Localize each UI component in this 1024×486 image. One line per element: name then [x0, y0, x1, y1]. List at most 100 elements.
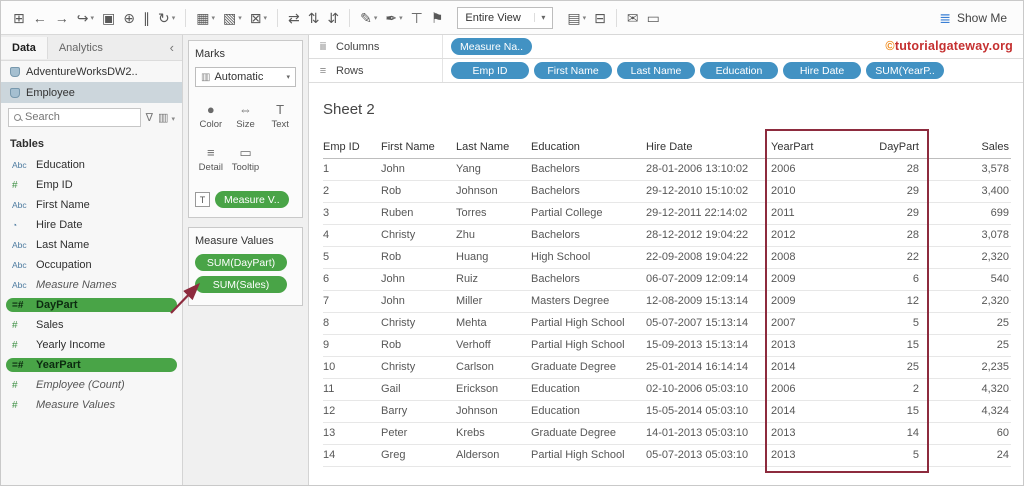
table-cell[interactable]: Education — [531, 379, 646, 401]
table-cell[interactable]: 9 — [323, 335, 381, 357]
view-options-icon[interactable]: ▥ ▾ — [158, 111, 175, 124]
table-cell[interactable]: 25 — [921, 313, 1011, 335]
field-employee-count[interactable]: # Employee (Count) — [1, 375, 182, 395]
table-cell[interactable]: 29 — [859, 203, 921, 225]
table-cell[interactable]: Krebs — [456, 423, 531, 445]
table-cell[interactable]: Rob — [381, 335, 456, 357]
table-cell[interactable]: Christy — [381, 357, 456, 379]
table-cell[interactable]: 2007 — [771, 313, 859, 335]
table-cell[interactable]: 15 — [859, 401, 921, 423]
table-cell[interactable]: Peter — [381, 423, 456, 445]
show-mark-labels-icon[interactable]: ▤ ▾ — [563, 8, 590, 28]
table-cell[interactable]: 1 — [323, 159, 381, 181]
table-cell[interactable]: 15-09-2013 15:13:14 — [646, 335, 771, 357]
table-cell[interactable]: 2 — [323, 181, 381, 203]
column-header-first-name[interactable]: First Name — [381, 135, 456, 159]
table-cell[interactable]: 12-08-2009 15:13:14 — [646, 291, 771, 313]
table-cell[interactable]: Alderson — [456, 445, 531, 467]
duplicate-sheet-icon[interactable]: ▧ ▾ — [219, 8, 246, 28]
table-cell[interactable]: 29-12-2010 15:10:02 — [646, 181, 771, 203]
field-measure-values[interactable]: # Measure Values — [1, 395, 182, 415]
table-cell[interactable]: 2013 — [771, 335, 859, 357]
table-cell[interactable]: 5 — [323, 247, 381, 269]
table-cell[interactable]: 3,078 — [921, 225, 1011, 247]
tooltip-bubble-icon[interactable]: ▭ — [643, 8, 664, 28]
table-cell[interactable]: 12 — [323, 401, 381, 423]
table-cell[interactable]: 3,400 — [921, 181, 1011, 203]
highlight-icon[interactable]: ✎ ▾ — [356, 8, 381, 28]
undo-icon[interactable]: ← — [29, 8, 51, 28]
table-cell[interactable]: Graduate Degree — [531, 423, 646, 445]
table-cell[interactable]: John — [381, 291, 456, 313]
share-icon[interactable]: ✉ — [623, 8, 643, 28]
table-cell[interactable]: 22 — [859, 247, 921, 269]
table-cell[interactable]: 8 — [323, 313, 381, 335]
table-cell[interactable]: Verhoff — [456, 335, 531, 357]
table-cell[interactable]: Education — [531, 401, 646, 423]
rows-shelf[interactable]: ≡ Rows Emp ID First Name Last Name Educatio… — [309, 59, 1023, 83]
table-cell[interactable]: John — [381, 159, 456, 181]
collapse-pane-icon[interactable]: ‹ — [162, 40, 182, 55]
field-yearly-income[interactable]: # Yearly Income — [1, 335, 182, 355]
table-cell[interactable]: 13 — [323, 423, 381, 445]
column-header-hire-date[interactable]: Hire Date — [646, 135, 771, 159]
table-cell[interactable]: 25 — [859, 357, 921, 379]
table-cell[interactable]: 699 — [921, 203, 1011, 225]
swap-rows-columns-icon[interactable]: ⇄ — [284, 8, 304, 28]
table-cell[interactable]: 10 — [323, 357, 381, 379]
table-cell[interactable]: Huang — [456, 247, 531, 269]
field-emp-id[interactable]: # Emp ID — [1, 175, 182, 195]
table-cell[interactable]: Zhu — [456, 225, 531, 247]
table-cell[interactable]: Partial High School — [531, 335, 646, 357]
table-cell[interactable]: Graduate Degree — [531, 357, 646, 379]
table-cell[interactable]: Carlson — [456, 357, 531, 379]
table-cell[interactable]: Bachelors — [531, 181, 646, 203]
text-label-icon[interactable]: ⊤ — [407, 8, 427, 28]
table-cell[interactable]: Mehta — [456, 313, 531, 335]
table-cell[interactable]: 5 — [859, 313, 921, 335]
table-cell[interactable]: 2010 — [771, 181, 859, 203]
table-cell[interactable]: Bachelors — [531, 159, 646, 181]
table-cell[interactable]: Johnson — [456, 401, 531, 423]
table-cell[interactable]: Partial High School — [531, 445, 646, 467]
table-cell[interactable]: 14 — [859, 423, 921, 445]
tab-analytics[interactable]: Analytics — [48, 37, 114, 59]
table-cell[interactable]: 12 — [859, 291, 921, 313]
table-cell[interactable]: 05-07-2007 15:13:14 — [646, 313, 771, 335]
pill-hire-date[interactable]: Hire Date — [783, 62, 861, 79]
pill-sum-yearp[interactable]: SUM(YearP.. — [866, 62, 944, 79]
fit-view-select[interactable]: Entire View ▾ — [457, 6, 554, 29]
size-button[interactable]: ⇔ Size — [230, 96, 262, 136]
presentation-mode-icon[interactable]: ⊟ — [590, 8, 610, 28]
tab-data[interactable]: Data — [1, 36, 48, 59]
column-header-yearpart[interactable]: YearPart — [771, 135, 859, 159]
text-button[interactable]: T Text — [264, 96, 296, 136]
table-cell[interactable]: 3,578 — [921, 159, 1011, 181]
clear-sheet-icon[interactable]: ⊠ ▾ — [246, 8, 271, 28]
table-cell[interactable]: John — [381, 269, 456, 291]
table-cell[interactable]: Rob — [381, 247, 456, 269]
table-cell[interactable]: 2013 — [771, 423, 859, 445]
table-cell[interactable]: Ruben — [381, 203, 456, 225]
table-cell[interactable]: 60 — [921, 423, 1011, 445]
table-cell[interactable]: Masters Degree — [531, 291, 646, 313]
replay-icon[interactable]: ↪ ▾ — [73, 8, 98, 28]
new-worksheet-icon[interactable]: ▦ ▾ — [192, 8, 219, 28]
table-cell[interactable]: 2014 — [771, 401, 859, 423]
field-hire-date[interactable]: ◔ Hire Date — [1, 215, 182, 235]
table-cell[interactable]: 6 — [323, 269, 381, 291]
table-cell[interactable]: 25-01-2014 16:14:14 — [646, 357, 771, 379]
table-cell[interactable]: 3 — [323, 203, 381, 225]
pause-auto-updates-icon[interactable]: ∥ — [139, 8, 154, 28]
table-cell[interactable]: Bachelors — [531, 225, 646, 247]
table-cell[interactable]: 15 — [859, 335, 921, 357]
search-input[interactable] — [25, 111, 135, 123]
table-cell[interactable]: 2,235 — [921, 357, 1011, 379]
pill-first-name[interactable]: First Name — [534, 62, 612, 79]
table-cell[interactable]: Partial High School — [531, 313, 646, 335]
table-cell[interactable]: Gail — [381, 379, 456, 401]
redo-icon[interactable]: → — [51, 8, 73, 28]
table-cell[interactable]: 2009 — [771, 269, 859, 291]
table-cell[interactable]: 06-07-2009 12:09:14 — [646, 269, 771, 291]
table-cell[interactable]: 7 — [323, 291, 381, 313]
